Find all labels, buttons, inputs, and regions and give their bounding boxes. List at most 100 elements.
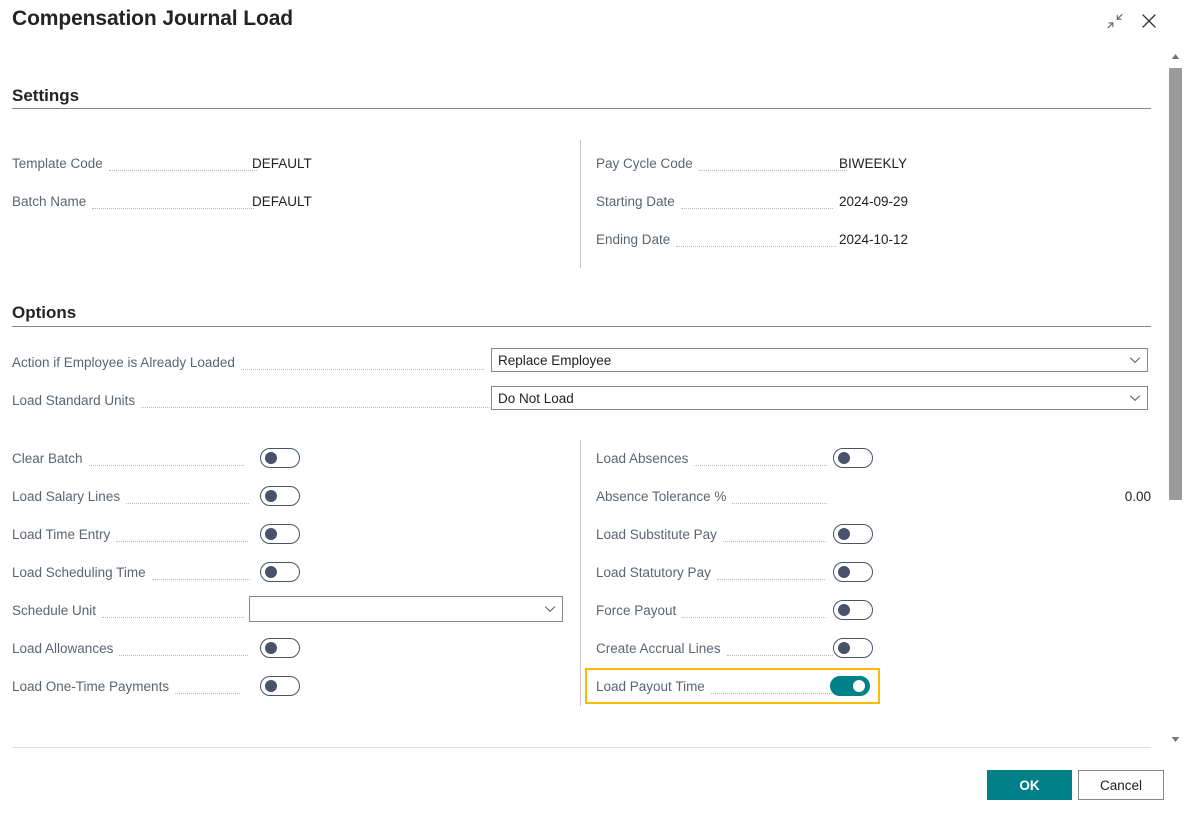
field-load-one-time-payments[interactable]: Load One-Time Payments (12, 673, 246, 699)
field-label: Load Allowances (12, 641, 113, 656)
chevron-down-glyph (1128, 353, 1142, 367)
options-group-heading: Options (12, 303, 76, 323)
dotted-leader (694, 452, 827, 466)
toggle-knob (265, 680, 277, 692)
chevron-down-icon[interactable] (1123, 391, 1147, 405)
dotted-leader (175, 680, 240, 694)
close-icon[interactable] (1132, 4, 1166, 38)
dropdown-schedule-unit[interactable] (249, 596, 563, 622)
scroll-down-arrow-icon[interactable] (1167, 731, 1184, 748)
close-glyph (1139, 11, 1159, 31)
field-ending-date[interactable]: Ending Date 2024-10-12 (596, 226, 842, 252)
toggle-load-one-time-payments[interactable] (260, 676, 300, 696)
dropdown-action-if-employee-already-loaded[interactable]: Replace Employee (491, 348, 1148, 372)
field-label: Force Payout (596, 603, 676, 618)
field-label: Pay Cycle Code (596, 156, 693, 171)
field-load-scheduling-time[interactable]: Load Scheduling Time (12, 559, 256, 585)
restore-down-glyph (1106, 12, 1124, 30)
field-label: Load Salary Lines (12, 489, 120, 504)
toggle-load-statutory-pay[interactable] (833, 562, 873, 582)
toggle-knob (853, 680, 865, 692)
field-absence-tolerance-percent[interactable]: Absence Tolerance % 0.00 (596, 483, 833, 509)
dropdown-load-standard-units[interactable]: Do Not Load (491, 386, 1148, 410)
dialog-content: Settings Template Code DEFAULT Batch Nam… (0, 44, 1163, 747)
cancel-button[interactable]: Cancel (1078, 770, 1164, 800)
field-clear-batch[interactable]: Clear Batch (12, 445, 250, 471)
field-load-time-entry[interactable]: Load Time Entry (12, 521, 254, 547)
field-label: Load Time Entry (12, 527, 110, 542)
field-label: Batch Name (12, 194, 86, 209)
settings-group-rule (12, 108, 1151, 109)
toggle-knob (838, 604, 850, 616)
toggle-knob (265, 642, 277, 654)
field-load-substitute-pay[interactable]: Load Substitute Pay (596, 521, 832, 547)
field-action-if-employee-already-loaded: Action if Employee is Already Loaded (12, 349, 490, 375)
field-load-allowances[interactable]: Load Allowances (12, 635, 254, 661)
toggle-load-substitute-pay[interactable] (833, 524, 873, 544)
scroll-up-glyph (1171, 53, 1180, 60)
toggle-load-payout-time[interactable] (830, 676, 870, 696)
field-label: Starting Date (596, 194, 675, 209)
ok-button[interactable]: OK (987, 770, 1072, 800)
field-label: Load Substitute Pay (596, 527, 717, 542)
field-load-statutory-pay[interactable]: Load Statutory Pay (596, 559, 831, 585)
field-load-absences[interactable]: Load Absences (596, 445, 833, 471)
field-force-payout[interactable]: Force Payout (596, 597, 832, 623)
dotted-leader (676, 233, 836, 247)
field-template-code[interactable]: Template Code DEFAULT (12, 150, 263, 176)
field-batch-name[interactable]: Batch Name DEFAULT (12, 188, 260, 214)
toggle-create-accrual-lines[interactable] (833, 638, 873, 658)
field-label: Ending Date (596, 232, 670, 247)
settings-group-heading: Settings (12, 86, 79, 106)
toggle-knob (265, 490, 277, 502)
chevron-down-icon[interactable] (1123, 353, 1147, 367)
chevron-down-icon[interactable] (538, 602, 562, 616)
toggle-load-time-entry[interactable] (260, 524, 300, 544)
dotted-leader (126, 490, 249, 504)
field-label: Load Standard Units (12, 393, 135, 408)
field-label: Schedule Unit (12, 603, 96, 618)
dotted-leader (119, 642, 248, 656)
dotted-leader (141, 394, 526, 408)
toggle-load-allowances[interactable] (260, 638, 300, 658)
dotted-leader (717, 566, 825, 580)
toggle-knob (838, 642, 850, 654)
field-label: Clear Batch (12, 451, 83, 466)
options-group-rule (12, 326, 1151, 327)
field-label: Load Statutory Pay (596, 565, 711, 580)
toggle-load-absences[interactable] (833, 448, 873, 468)
dotted-leader (92, 195, 254, 209)
toggle-load-scheduling-time[interactable] (260, 562, 300, 582)
field-value: BIWEEKLY (839, 156, 907, 171)
field-label: Load Payout Time (596, 679, 705, 694)
field-create-accrual-lines[interactable]: Create Accrual Lines (596, 635, 839, 661)
toggle-load-salary-lines[interactable] (260, 486, 300, 506)
absence-tolerance-value: 0.00 (1036, 489, 1151, 504)
field-value: 2024-09-29 (839, 194, 908, 209)
restore-down-icon[interactable] (1098, 4, 1132, 38)
dotted-leader (682, 604, 826, 618)
scroll-down-glyph (1171, 736, 1180, 743)
toggle-knob (838, 566, 850, 578)
field-load-standard-units: Load Standard Units (12, 387, 532, 413)
dotted-leader (711, 680, 836, 694)
scroll-up-arrow-icon[interactable] (1167, 48, 1184, 65)
field-pay-cycle-code[interactable]: Pay Cycle Code BIWEEKLY (596, 150, 853, 176)
field-load-salary-lines[interactable]: Load Salary Lines (12, 483, 255, 509)
dotted-leader (109, 157, 257, 171)
field-label: Load One-Time Payments (12, 679, 169, 694)
field-label: Load Absences (596, 451, 688, 466)
page-title: Compensation Journal Load (12, 7, 293, 31)
toggle-clear-batch[interactable] (260, 448, 300, 468)
scrollbar-thumb[interactable] (1169, 68, 1182, 500)
dialog-title-bar: Compensation Journal Load (0, 0, 1187, 44)
field-load-payout-time[interactable]: Load Payout Time (596, 673, 842, 699)
field-starting-date[interactable]: Starting Date 2024-09-29 (596, 188, 839, 214)
field-label: Absence Tolerance % (596, 489, 726, 504)
vertical-scrollbar[interactable] (1167, 48, 1184, 748)
toggle-knob (265, 452, 277, 464)
dotted-leader (699, 157, 847, 171)
toggle-force-payout[interactable] (833, 600, 873, 620)
field-value: 2024-10-12 (839, 232, 908, 247)
dotted-leader (727, 642, 833, 656)
